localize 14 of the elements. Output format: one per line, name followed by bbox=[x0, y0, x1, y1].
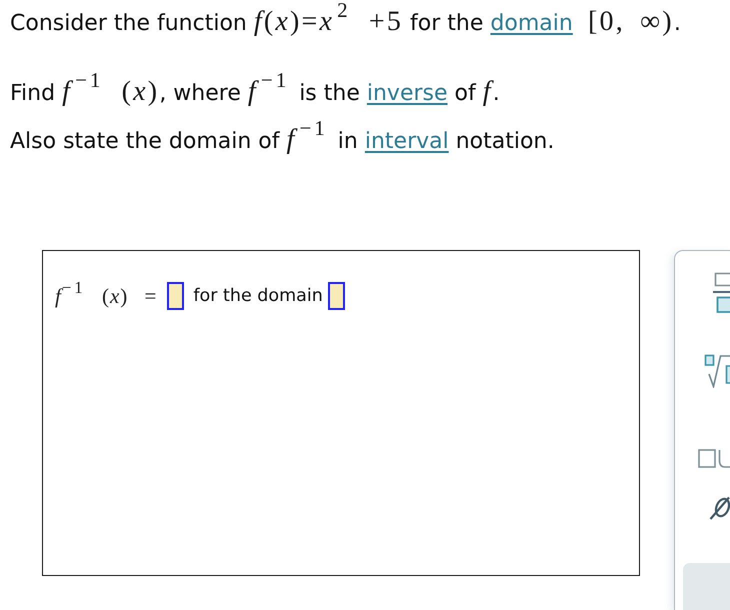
empty-set-icon[interactable] bbox=[708, 496, 730, 520]
problem-text: Consider the function f(x)=x$^{2}$ +5 for the domain [0, ∞). bbox=[10, 1, 681, 39]
term-link[interactable]: inverse bbox=[366, 81, 448, 106]
term-link[interactable]: interval bbox=[364, 129, 449, 154]
answer-text: for the domain bbox=[193, 286, 323, 306]
answer-box[interactable] bbox=[328, 282, 345, 310]
math-expression: f$^{−1}$ (x) = bbox=[55, 279, 158, 310]
fraction-icon[interactable] bbox=[713, 272, 730, 313]
problem-text: Find f$^{−1}$ (x), where f$^{−1}$ is the inverse of f. bbox=[10, 71, 500, 109]
term-link[interactable]: domain bbox=[490, 11, 573, 36]
problem-text: Also state the domain of f$^{−1}$ in interval notation. bbox=[10, 119, 554, 157]
nth-root-icon[interactable] bbox=[704, 354, 730, 388]
union-icon[interactable] bbox=[698, 449, 730, 468]
answer-box[interactable] bbox=[167, 282, 184, 310]
